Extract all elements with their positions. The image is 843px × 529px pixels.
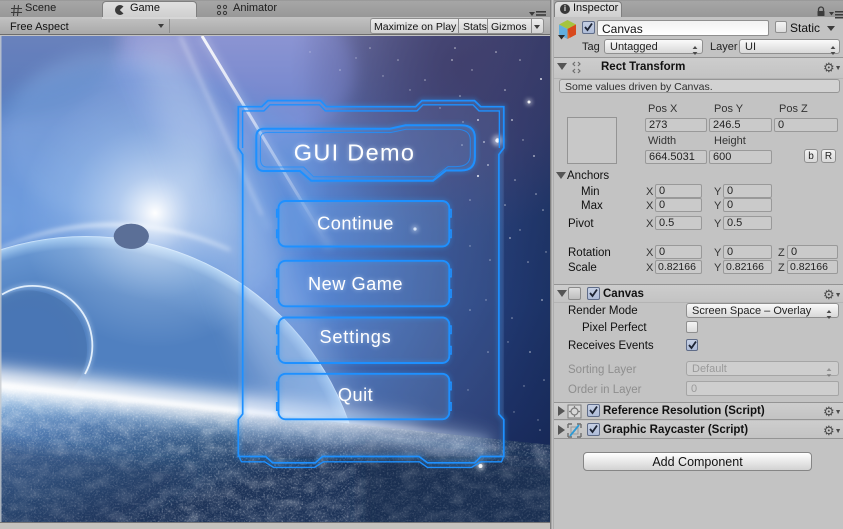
svg-text:Settings: Settings: [319, 327, 391, 347]
svg-text:GUI Demo: GUI Demo: [294, 140, 415, 166]
svg-text:Quit: Quit: [338, 385, 373, 405]
svg-text:New Game: New Game: [308, 274, 403, 294]
svg-text:Continue: Continue: [317, 214, 394, 234]
